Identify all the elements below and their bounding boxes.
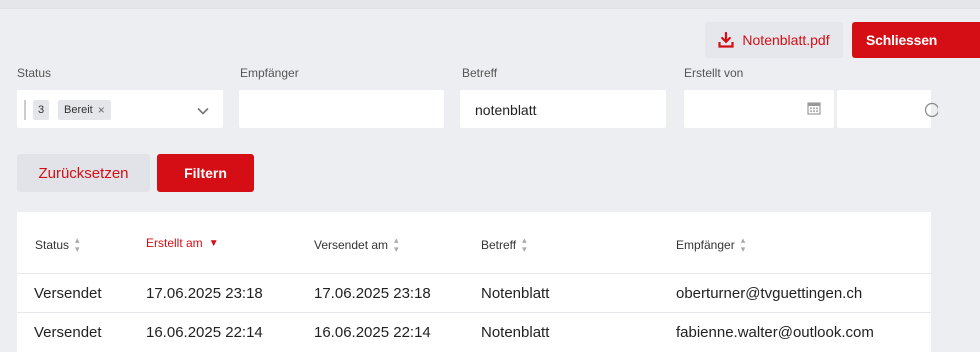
column-header-label: Status xyxy=(35,238,70,252)
reset-button[interactable]: Zurücksetzen xyxy=(17,154,150,192)
status-chip-ready: Bereit × xyxy=(58,100,111,120)
status-count: 3 xyxy=(38,104,45,116)
chip-remove-icon[interactable]: × xyxy=(98,103,105,117)
reset-label: Zurücksetzen xyxy=(38,164,129,182)
row-created: 16.06.2025 22:14 xyxy=(146,324,263,341)
subject-filter-value: notenblatt xyxy=(475,102,537,118)
table-row[interactable]: Versendet 17.06.2025 23:18 17.06.2025 23… xyxy=(17,274,931,312)
row-recipient: oberturner@tvguettingen.ch xyxy=(676,285,863,302)
column-header-status[interactable]: Status ▴ ▾ xyxy=(35,236,80,254)
filter-button[interactable]: Filtern xyxy=(157,154,254,192)
filter-label: Filtern xyxy=(184,165,227,181)
column-header-subject[interactable]: Betreff ▴ ▾ xyxy=(481,236,527,254)
download-pdf-label: Notenblatt.pdf xyxy=(742,32,830,48)
status-filter-label: Status xyxy=(17,66,52,80)
status-filter-select[interactable]: 3 Bereit × xyxy=(17,90,223,128)
column-header-sent[interactable]: Versendet am ▴ ▾ xyxy=(314,236,399,254)
row-recipient: fabienne.walter@outlook.com xyxy=(676,324,874,341)
top-strip xyxy=(0,0,980,8)
sort-both-icon: ▴ ▾ xyxy=(75,235,80,254)
column-header-label: Versendet am xyxy=(314,238,389,252)
clock-icon[interactable] xyxy=(924,102,938,118)
close-label: Schliessen xyxy=(866,32,938,48)
sort-desc-icon: ▼ xyxy=(208,237,219,249)
sort-both-icon: ▴ ▾ xyxy=(394,235,399,254)
row-status: Versendet xyxy=(34,324,102,341)
row-status: Versendet xyxy=(34,285,102,302)
status-count-chip: 3 xyxy=(33,100,50,120)
status-select-handle xyxy=(24,100,26,120)
row-subject: Notenblatt xyxy=(481,324,550,341)
sort-both-icon: ▴ ▾ xyxy=(740,235,746,254)
calendar-icon[interactable] xyxy=(807,101,821,115)
recipient-filter-input[interactable] xyxy=(239,90,444,128)
row-sent: 16.06.2025 22:14 xyxy=(314,324,431,341)
row-created: 17.06.2025 23:18 xyxy=(146,285,263,302)
results-table: Status ▴ ▾ Erstellt am ▼ Versendet am ▴ ▾ … xyxy=(17,212,931,352)
column-header-label: Betreff xyxy=(481,238,517,252)
close-button[interactable]: Schliessen xyxy=(852,22,980,58)
created-by-filter-label: Erstellt von xyxy=(684,66,744,80)
column-header-recipient[interactable]: Empfänger ▴ ▾ xyxy=(676,236,745,254)
sort-both-icon: ▴ ▾ xyxy=(522,235,527,254)
created-to-time-input[interactable] xyxy=(837,90,938,128)
download-icon xyxy=(718,32,735,48)
created-from-date-input[interactable] xyxy=(684,90,834,128)
row-sent: 17.06.2025 23:18 xyxy=(314,285,431,302)
column-header-label: Erstellt am xyxy=(146,236,203,250)
chevron-down-icon[interactable] xyxy=(196,104,210,118)
row-subject: Notenblatt xyxy=(481,285,550,302)
subject-filter-input[interactable]: notenblatt xyxy=(460,90,666,128)
subject-filter-label: Betreff xyxy=(462,66,498,80)
column-header-created[interactable]: Erstellt am ▼ xyxy=(146,236,219,250)
download-pdf-button[interactable]: Notenblatt.pdf xyxy=(705,22,843,58)
top-divider xyxy=(0,8,980,9)
column-header-label: Empfänger xyxy=(676,238,735,252)
table-row[interactable]: Versendet 16.06.2025 22:14 16.06.2025 22… xyxy=(17,313,931,351)
status-chip-label: Bereit xyxy=(64,104,93,116)
recipient-filter-label: Empfänger xyxy=(240,66,299,80)
